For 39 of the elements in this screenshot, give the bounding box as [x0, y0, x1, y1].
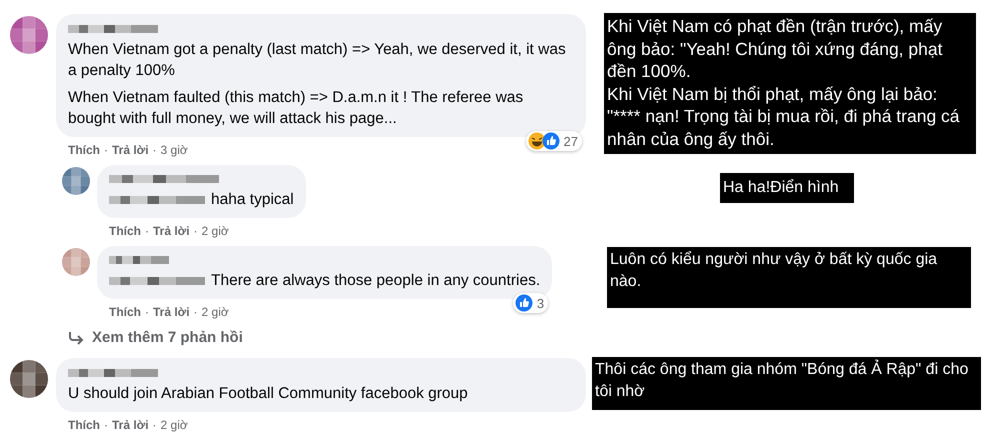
- translation-caption: Ha ha!Điển hình: [720, 173, 854, 203]
- like-link[interactable]: Thích: [68, 418, 100, 433]
- reaction-count: 27: [564, 134, 578, 148]
- blurred-name: [109, 256, 169, 264]
- avatar[interactable]: [10, 16, 48, 54]
- like-link[interactable]: Thích: [68, 143, 100, 159]
- separator-dot: ·: [194, 224, 198, 240]
- comment-text: When Vietnam got a penalty (last match) => Yeah, we deserved it, it was a penalty 100%: [68, 41, 566, 79]
- separator-dot: ·: [194, 305, 198, 321]
- reply-link[interactable]: Trả lời: [153, 305, 190, 321]
- reaction-badge[interactable]: 3: [512, 293, 548, 313]
- separator-dot: ·: [104, 418, 108, 433]
- avatar[interactable]: [10, 360, 48, 398]
- timestamp: 2 giờ: [202, 224, 229, 240]
- translation-caption: Thôi các ông tham gia nhóm "Bóng đá Ả Rập" đi cho tôi nhờ: [592, 357, 981, 410]
- timestamp: 3 giờ: [160, 143, 188, 159]
- reply-link[interactable]: Trả lời: [112, 143, 149, 159]
- separator-dot: ·: [152, 143, 157, 159]
- avatar[interactable]: [62, 167, 90, 195]
- like-link[interactable]: Thích: [109, 224, 141, 240]
- separator-dot: ·: [152, 418, 157, 433]
- reply-arrow-icon: [68, 330, 84, 344]
- separator-dot: ·: [145, 224, 149, 240]
- translation-caption: Luôn có kiểu người như vậy ở bất kỳ quốc gia nào.: [607, 247, 971, 308]
- reply-link[interactable]: Trả lời: [153, 224, 190, 240]
- reaction-count: 3: [536, 296, 544, 310]
- timestamp: 2 giờ: [202, 305, 229, 321]
- reaction-badge[interactable]: 27: [526, 131, 582, 151]
- comment-text: U should join Arabian Football Community facebook group: [68, 385, 468, 402]
- timestamp: 2 giờ: [160, 418, 188, 433]
- comment-text: haha typical: [211, 191, 294, 208]
- separator-dot: ·: [145, 305, 149, 321]
- separator-dot: ·: [104, 143, 108, 159]
- comment-text: There are always those people in any countries.: [211, 272, 540, 289]
- translation-caption: Khi Việt Nam có phạt đền (trận trước), mấy ông bảo: "Yeah! Chúng tôi xứng đáng, phạt đền 100%. Khi Việt Nam bị thổi phạt, mấy ông lại bảo: "**** nạn! Trọng tài bị mua rồi, đi phá trang cá nhân của ông ấy thôi.: [604, 13, 976, 154]
- comment-text: When Vietnam faulted (this match) => D.a.m.n it ! The referee was bought with full money, we will attack his page...: [68, 89, 524, 127]
- view-more-replies-link[interactable]: Xem thêm 7 phản hồi: [62, 327, 600, 358]
- like-link[interactable]: Thích: [109, 305, 141, 321]
- reply-link[interactable]: Trả lời: [112, 418, 149, 433]
